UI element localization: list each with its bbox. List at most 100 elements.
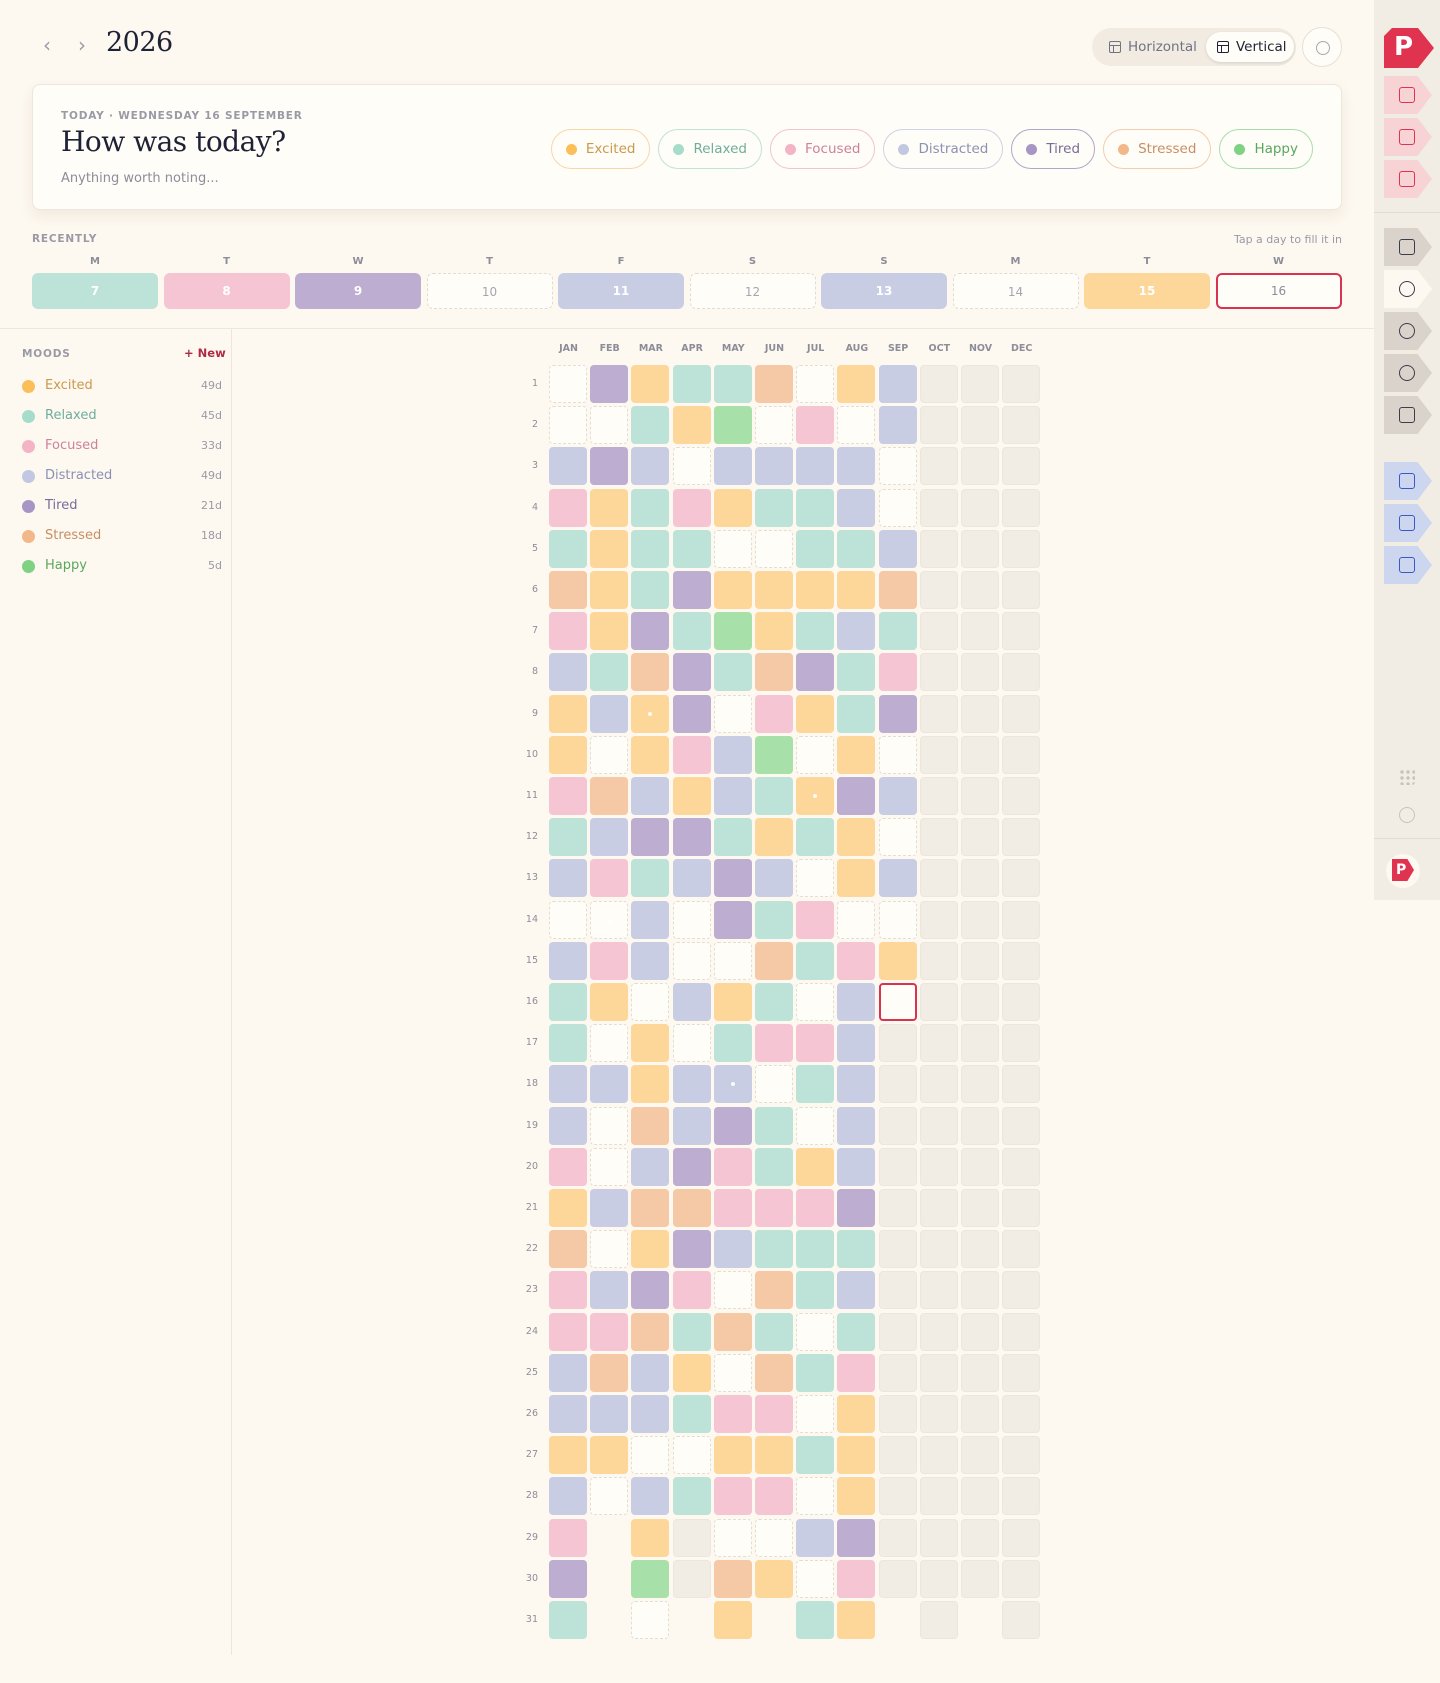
day-cell[interactable] xyxy=(672,1436,711,1475)
rail-books-button[interactable] xyxy=(1384,504,1432,542)
recent-day-button[interactable]: 7 xyxy=(32,273,158,309)
day-cell[interactable] xyxy=(549,488,587,527)
day-cell[interactable] xyxy=(837,571,876,609)
day-cell[interactable] xyxy=(631,900,670,939)
day-cell[interactable] xyxy=(796,1147,835,1186)
day-cell[interactable] xyxy=(631,1436,670,1475)
day-cell[interactable] xyxy=(755,406,793,445)
recent-day-button[interactable]: 15 xyxy=(1084,273,1210,309)
day-cell[interactable] xyxy=(631,1230,670,1269)
day-cell[interactable] xyxy=(837,1559,876,1598)
day-cell[interactable] xyxy=(672,983,711,1021)
vertical-layout-button[interactable]: Vertical xyxy=(1206,32,1294,62)
day-cell[interactable] xyxy=(549,612,587,651)
rail-calendar-month-button[interactable] xyxy=(1384,118,1432,156)
day-cell[interactable] xyxy=(549,694,587,733)
rail-mood-face-button[interactable] xyxy=(1384,270,1432,308)
day-cell[interactable] xyxy=(713,488,752,527)
day-cell[interactable] xyxy=(796,983,835,1021)
day-cell[interactable] xyxy=(837,653,876,692)
day-cell[interactable] xyxy=(672,488,711,527)
day-cell[interactable] xyxy=(755,1106,793,1145)
mood-item-tired[interactable]: Tired 21d xyxy=(22,496,222,516)
day-cell[interactable] xyxy=(713,406,752,445)
day-cell[interactable] xyxy=(837,1189,876,1227)
recent-day-button[interactable]: 12 xyxy=(689,273,816,309)
day-cell[interactable] xyxy=(713,1230,752,1269)
day-cell[interactable] xyxy=(796,571,835,609)
day-cell[interactable] xyxy=(796,447,835,486)
rail-fitness-button[interactable] xyxy=(1384,312,1432,350)
day-cell[interactable] xyxy=(755,571,793,609)
day-cell[interactable] xyxy=(549,1395,587,1433)
day-cell[interactable] xyxy=(590,488,629,527)
day-cell[interactable] xyxy=(755,1147,793,1186)
day-cell[interactable] xyxy=(713,777,752,815)
day-cell[interactable] xyxy=(755,735,793,774)
rail-calendar-day-button[interactable] xyxy=(1384,76,1432,114)
day-cell[interactable] xyxy=(755,529,793,568)
day-cell[interactable] xyxy=(672,941,711,980)
day-cell[interactable] xyxy=(713,1518,752,1557)
day-cell[interactable] xyxy=(755,365,793,403)
day-cell[interactable] xyxy=(549,1601,587,1639)
day-cell[interactable] xyxy=(590,529,629,568)
day-cell[interactable] xyxy=(796,1601,835,1639)
day-cell[interactable] xyxy=(755,777,793,815)
day-cell[interactable] xyxy=(549,1477,587,1516)
day-cell[interactable] xyxy=(713,900,752,939)
day-cell[interactable] xyxy=(713,612,752,651)
day-cell[interactable] xyxy=(590,1065,629,1104)
recent-day-button[interactable]: 9 xyxy=(295,273,421,309)
day-cell[interactable] xyxy=(837,1395,876,1433)
day-cell[interactable] xyxy=(672,1395,711,1433)
horizontal-layout-button[interactable]: Horizontal xyxy=(1098,32,1197,62)
day-cell[interactable] xyxy=(796,612,835,651)
day-cell[interactable] xyxy=(590,859,629,898)
day-cell[interactable] xyxy=(837,447,876,486)
day-cell[interactable] xyxy=(713,1601,752,1639)
day-cell[interactable] xyxy=(796,406,835,445)
day-cell[interactable] xyxy=(590,1312,629,1351)
day-cell[interactable] xyxy=(713,735,752,774)
day-cell[interactable] xyxy=(796,1271,835,1310)
day-cell[interactable] xyxy=(631,1106,670,1145)
mood-chip-distracted[interactable]: Distracted xyxy=(883,129,1004,169)
day-cell[interactable] xyxy=(837,1230,876,1269)
mood-chip-relaxed[interactable]: Relaxed xyxy=(658,129,763,169)
day-cell[interactable] xyxy=(631,406,670,445)
day-cell[interactable] xyxy=(631,1477,670,1516)
day-cell[interactable] xyxy=(796,735,835,774)
day-cell[interactable] xyxy=(796,941,835,980)
day-cell[interactable] xyxy=(837,777,876,815)
day-cell[interactable] xyxy=(672,1147,711,1186)
day-cell[interactable] xyxy=(549,447,587,486)
rail-help-button[interactable] xyxy=(1384,796,1432,834)
day-cell[interactable] xyxy=(672,694,711,733)
day-cell[interactable] xyxy=(549,1436,587,1475)
day-cell[interactable] xyxy=(796,859,835,898)
day-cell[interactable] xyxy=(549,406,587,445)
day-cell[interactable] xyxy=(549,653,587,692)
day-cell[interactable] xyxy=(755,1065,793,1104)
day-cell[interactable] xyxy=(549,1106,587,1145)
day-cell[interactable] xyxy=(713,983,752,1021)
day-cell[interactable] xyxy=(837,529,876,568)
day-cell[interactable] xyxy=(590,900,629,939)
day-cell[interactable] xyxy=(796,653,835,692)
day-cell[interactable] xyxy=(549,818,587,857)
day-cell[interactable] xyxy=(755,1518,793,1557)
day-cell[interactable] xyxy=(549,859,587,898)
recent-day-button[interactable]: 10 xyxy=(426,273,553,309)
day-cell[interactable] xyxy=(878,612,917,651)
new-mood-button[interactable]: + New xyxy=(184,346,226,360)
day-cell[interactable] xyxy=(672,653,711,692)
day-cell[interactable] xyxy=(837,1518,876,1557)
day-cell[interactable] xyxy=(755,1353,793,1392)
rail-water-drop-button[interactable] xyxy=(1384,354,1432,392)
day-cell[interactable] xyxy=(631,1024,670,1063)
rail-hourglass-button[interactable] xyxy=(1384,546,1432,584)
day-cell[interactable] xyxy=(713,1024,752,1063)
day-cell[interactable] xyxy=(672,1065,711,1104)
day-cell[interactable] xyxy=(837,488,876,527)
